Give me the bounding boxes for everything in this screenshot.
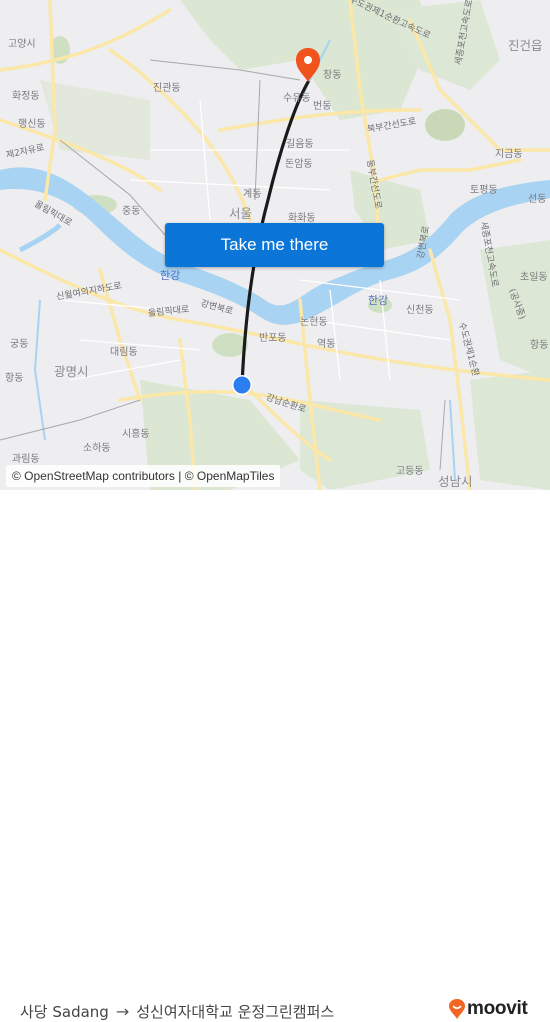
- route-summary: 사당 Sadang → 성신여자대학교 운정그린캠퍼스: [20, 1001, 334, 1022]
- map-label: 길음동: [286, 139, 314, 150]
- map-label: 궁동: [10, 339, 29, 350]
- map-label: 진건읍: [508, 38, 543, 53]
- map-label: 대림동: [110, 347, 138, 358]
- moovit-pin-icon: [449, 999, 465, 1019]
- origin-name: 사당 Sadang: [20, 1003, 109, 1021]
- map-label: 번동: [313, 101, 332, 112]
- map-label: 광명시: [54, 364, 89, 379]
- map-label: 계동: [243, 189, 262, 200]
- map-label: 고양시: [8, 39, 36, 50]
- map[interactable]: 고양시 진관동 화정동 행신동 제2자유로 올림픽대로 중동 계동 서울 수유동…: [0, 0, 550, 490]
- moovit-wordmark: moovit: [467, 998, 528, 1019]
- map-label: 창동: [323, 70, 342, 81]
- map-label: 논현동: [300, 317, 328, 328]
- map-label: 초일동: [520, 272, 548, 283]
- map-label: 항동: [5, 373, 24, 384]
- destination-name: 성신여자대학교 운정그린캠퍼스: [136, 1003, 335, 1021]
- map-label: 토평동: [470, 185, 498, 196]
- forest-west: [40, 80, 150, 160]
- map-label: 행신동: [18, 119, 46, 130]
- moovit-logo[interactable]: moovit: [449, 998, 528, 1020]
- map-label: 반포동: [259, 333, 287, 344]
- water-label: 한강: [160, 269, 181, 282]
- map-label: 서울: [229, 206, 253, 221]
- arrow-right-icon: →: [115, 1002, 130, 1021]
- footer: 사당 Sadang → 성신여자대학교 운정그린캠퍼스 moovit: [0, 490, 550, 1021]
- map-label: 중동: [122, 206, 141, 217]
- map-label: 소하동: [83, 443, 111, 454]
- origin-marker: [233, 376, 251, 394]
- map-label: 지금동: [495, 149, 523, 160]
- forest-southeast: [470, 370, 550, 490]
- map-label: 시흥동: [122, 429, 150, 440]
- map-label: 화정동: [12, 91, 40, 102]
- map-label: 선동: [528, 194, 547, 205]
- map-label: 역동: [317, 339, 336, 350]
- map-label: 고등동: [396, 466, 424, 477]
- map-label: 진관동: [153, 83, 181, 94]
- map-label: 수유동: [283, 93, 311, 104]
- map-label: 돈암동: [285, 159, 313, 170]
- take-me-there-button[interactable]: Take me there: [165, 223, 384, 267]
- map-label: 항동: [530, 340, 549, 351]
- water-label: 한강: [368, 294, 389, 307]
- map-label: 신천동: [406, 305, 434, 316]
- park-east: [425, 109, 465, 141]
- map-label: 성남시: [438, 474, 473, 489]
- map-label: 과림동: [12, 454, 40, 465]
- map-attribution[interactable]: © OpenStreetMap contributors | © OpenMap…: [6, 465, 281, 487]
